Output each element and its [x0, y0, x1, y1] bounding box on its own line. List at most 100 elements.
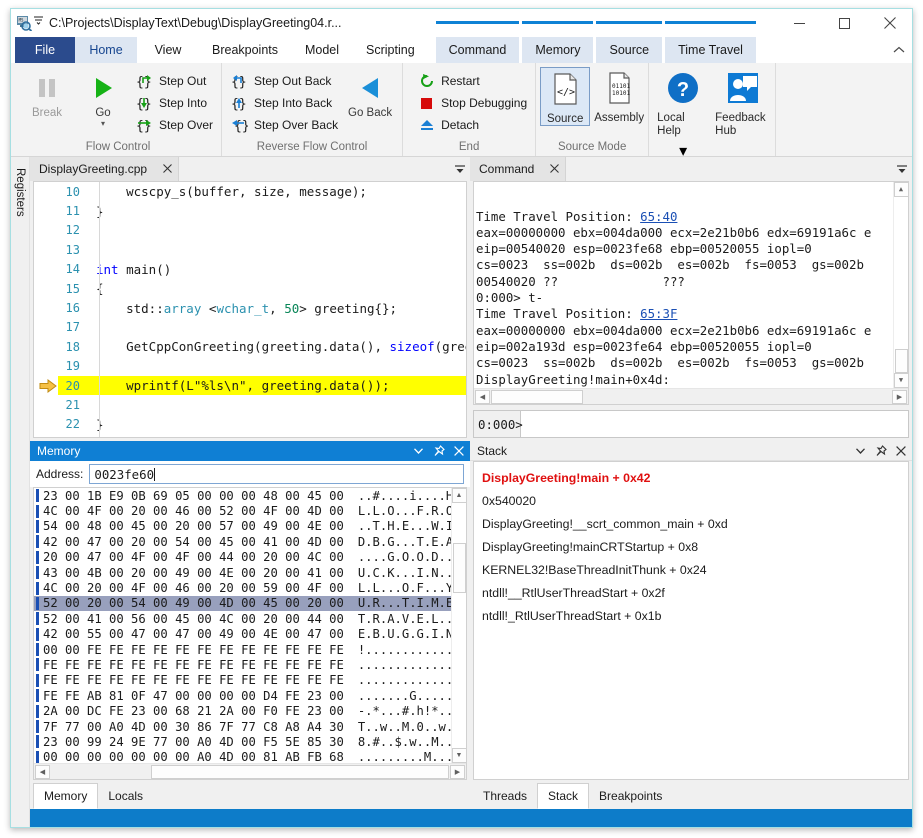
scroll-down-icon[interactable]: ▼ [894, 373, 909, 388]
code-line[interactable]: 23 [58, 434, 466, 437]
source-editor[interactable]: 10 wcscpy_s(buffer, size, message);11}12… [34, 182, 466, 437]
code-line[interactable]: 22} [58, 415, 466, 434]
memory-row[interactable]: 52 00 41 00 56 00 45 00 4C 00 20 00 44 0… [34, 611, 466, 626]
tab-time-travel[interactable]: Time Travel [665, 37, 756, 63]
tab-file[interactable]: File [15, 37, 75, 63]
memory-vertical-scrollbar[interactable]: ▲ ▼ [451, 488, 466, 763]
scroll-thumb[interactable] [453, 543, 466, 593]
scroll-trough[interactable] [583, 390, 891, 404]
close-icon[interactable] [892, 442, 909, 459]
tab-command[interactable]: Command [436, 37, 520, 63]
close-icon[interactable] [450, 443, 467, 460]
memory-row[interactable]: 20 00 47 00 4F 00 4F 00 44 00 20 00 4C 0… [34, 550, 466, 565]
memory-row[interactable]: FE FE FE FE FE FE FE FE FE FE FE FE FE F… [34, 673, 466, 688]
close-icon[interactable] [550, 163, 559, 175]
scroll-up-icon[interactable]: ▲ [452, 488, 467, 503]
memory-row[interactable]: 7F 77 00 A0 4D 00 30 86 7F 77 C8 A8 A4 3… [34, 719, 466, 734]
stack-frame-list[interactable]: DisplayGreeting!main + 0x420x540020Displ… [474, 462, 908, 779]
scroll-thumb[interactable] [491, 390, 583, 404]
memory-row[interactable]: 52 00 20 00 54 00 49 00 4D 00 45 00 20 0… [34, 596, 466, 611]
chevron-up-icon[interactable] [886, 37, 912, 63]
code-line[interactable]: 11} [58, 201, 466, 220]
tab-scripting[interactable]: Scripting [353, 37, 428, 63]
memory-grid[interactable]: 23 00 1B E9 0B 69 05 00 00 00 48 00 45 0… [34, 488, 466, 763]
memory-row[interactable]: 00 00 FE FE FE FE FE FE FE FE FE FE FE F… [34, 642, 466, 657]
pin-icon[interactable] [430, 443, 447, 460]
memory-row[interactable]: 2A 00 DC FE 23 00 68 21 2A 00 F0 FE 23 0… [34, 703, 466, 718]
stack-frame-row[interactable]: ntdll!__RtlUserThreadStart + 0x2f [482, 581, 908, 604]
stack-frame-row[interactable]: ntdll!_RtlUserThreadStart + 0x1b [482, 604, 908, 627]
stack-frame-row[interactable]: DisplayGreeting!main + 0x42 [482, 466, 908, 489]
scroll-thumb[interactable] [895, 349, 908, 373]
memory-row[interactable]: 42 00 55 00 47 00 47 00 49 00 4E 00 47 0… [34, 627, 466, 642]
title-dropdown-icon[interactable] [34, 16, 43, 30]
command-input-row[interactable]: 0:000> [473, 410, 909, 438]
code-line[interactable]: 20 wprintf(L"%ls\n", greeting.data()); [58, 376, 466, 395]
source-mode-button[interactable]: </> Source [540, 67, 590, 126]
code-line[interactable]: 18 GetCppConGreeting(greeting.data(), si… [58, 337, 466, 356]
tab-stack[interactable]: Stack [537, 783, 589, 809]
scroll-thumb[interactable] [151, 765, 449, 779]
tab-displaygreeting-cpp[interactable]: DisplayGreeting.cpp [30, 157, 179, 181]
stack-frame-row[interactable]: DisplayGreeting!__scrt_common_main + 0xd [482, 512, 908, 535]
code-line[interactable]: 17 [58, 318, 466, 337]
tab-threads[interactable]: Threads [473, 783, 537, 809]
scroll-left-icon[interactable]: ◀ [475, 390, 490, 404]
memory-row[interactable]: 43 00 4B 00 20 00 49 00 4E 00 20 00 41 0… [34, 565, 466, 580]
stack-frame-row[interactable]: 0x540020 [482, 489, 908, 512]
step-over-back-button[interactable]: {} Step Over Back [226, 114, 342, 136]
tab-locals[interactable]: Locals [98, 783, 153, 809]
memory-row[interactable]: 23 00 1B E9 0B 69 05 00 00 00 48 00 45 0… [34, 488, 466, 503]
tab-memory[interactable]: Memory [522, 37, 593, 63]
chevron-down-icon[interactable] [852, 442, 869, 459]
code-line[interactable]: 12 [58, 221, 466, 240]
memory-row[interactable]: 42 00 47 00 20 00 54 00 45 00 41 00 4D 0… [34, 534, 466, 549]
memory-row[interactable]: FE FE AB 81 0F 47 00 00 00 00 D4 FE 23 0… [34, 688, 466, 703]
scroll-down-icon[interactable]: ▼ [452, 748, 467, 763]
memory-row[interactable]: 4C 00 4F 00 20 00 46 00 52 00 4F 00 4D 0… [34, 503, 466, 518]
address-input[interactable]: 0023fe60 [89, 464, 464, 484]
restart-button[interactable]: Restart [413, 70, 531, 92]
step-out-back-button[interactable]: {} Step Out Back [226, 70, 342, 92]
go-back-button[interactable]: Go Back [342, 67, 398, 119]
break-button[interactable]: Break [19, 67, 75, 119]
step-over-button[interactable]: {} Step Over [131, 114, 217, 136]
code-line[interactable]: 19 [58, 357, 466, 376]
memory-horizontal-scrollbar[interactable]: ◀ ▶ [34, 763, 466, 779]
sidebar-item-registers[interactable]: Registers [12, 163, 28, 827]
memory-row[interactable]: 54 00 48 00 45 00 20 00 57 00 49 00 4E 0… [34, 519, 466, 534]
code-line[interactable]: 10 wcscpy_s(buffer, size, message); [58, 182, 466, 201]
command-input[interactable] [521, 411, 908, 437]
tab-home[interactable]: Home [75, 37, 137, 63]
local-help-button[interactable]: ? Local Help ▾ [657, 67, 709, 161]
tab-list-icon[interactable] [450, 157, 470, 181]
code-line[interactable]: 13 [58, 240, 466, 259]
code-line[interactable]: 16 std::array <wchar_t, 50> greeting{}; [58, 298, 466, 317]
code-line[interactable]: 14int main() [58, 260, 466, 279]
step-into-back-button[interactable]: {} Step Into Back [226, 92, 342, 114]
tab-list-icon[interactable] [892, 157, 912, 181]
close-icon[interactable] [163, 163, 172, 175]
code-lines[interactable]: 10 wcscpy_s(buffer, size, message);11}12… [58, 182, 466, 437]
breakpoint-gutter[interactable] [34, 182, 58, 437]
tab-memory[interactable]: Memory [33, 783, 98, 809]
detach-button[interactable]: Detach [413, 114, 531, 136]
memory-row[interactable]: 00 00 00 00 00 00 00 A0 4D 00 81 AB FB 6… [34, 750, 466, 763]
tab-source[interactable]: Source [596, 37, 662, 63]
maximize-button[interactable] [822, 9, 867, 37]
time-travel-position-link[interactable]: Time Travel Position: 65:40 [476, 209, 908, 225]
feedback-hub-button[interactable]: Feedback Hub [715, 67, 771, 138]
stack-frame-row[interactable]: DisplayGreeting!mainCRTStartup + 0x8 [482, 535, 908, 558]
tab-command-window[interactable]: Command [470, 157, 566, 181]
step-out-button[interactable]: {} Step Out [131, 70, 217, 92]
code-line[interactable]: 15{ [58, 279, 466, 298]
command-vertical-scrollbar[interactable]: ▲ ▼ [893, 182, 908, 388]
command-output[interactable]: Time Travel Position: 65:40eax=00000000 … [474, 182, 908, 388]
code-line[interactable]: 21 [58, 395, 466, 414]
tab-view[interactable]: View [137, 37, 199, 63]
tab-breakpoints[interactable]: Breakpoints [199, 37, 291, 63]
scroll-right-icon[interactable]: ▶ [450, 765, 465, 779]
stack-frame-row[interactable]: KERNEL32!BaseThreadInitThunk + 0x24 [482, 558, 908, 581]
go-button[interactable]: Go ▾ [75, 67, 131, 126]
memory-row[interactable]: 23 00 99 24 9E 77 00 A0 4D 00 F5 5E 85 3… [34, 734, 466, 749]
